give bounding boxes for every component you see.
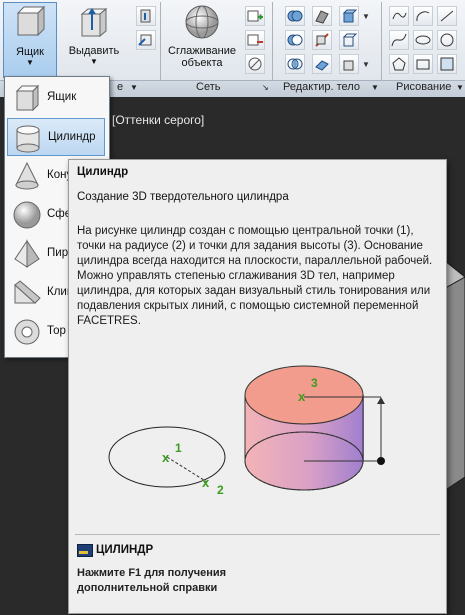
- tooltip-title: Цилиндр: [77, 166, 129, 178]
- sphere-icon: [13, 201, 41, 229]
- pyramid-icon: [14, 239, 40, 268]
- tooltip-divider: [75, 534, 440, 535]
- sweep-icon: [138, 34, 152, 46]
- point-1-marker: x: [162, 450, 170, 465]
- panel-label-solid-edit: Редактир. тело: [283, 81, 360, 93]
- mesh-crease-button[interactable]: [245, 30, 265, 50]
- expand-arrow-icon[interactable]: ▼: [456, 83, 464, 92]
- smooth-label-1: Сглаживание: [168, 45, 236, 57]
- panel-label-mesh: Сеть: [196, 81, 221, 93]
- point-2-label: 2: [217, 483, 224, 497]
- cylinder-icon: [16, 125, 40, 153]
- tooltip-help-hint: Нажмите F1 для получения дополнительной …: [77, 567, 227, 594]
- command-tooltip: Цилиндр Создание 3D твердотельного цилин…: [68, 159, 447, 614]
- subtract-icon: [287, 34, 303, 46]
- spline-icon: [391, 33, 407, 47]
- box-icon: [15, 84, 40, 112]
- tooltip-command-name: ЦИЛИНДР: [96, 544, 154, 556]
- panel-label-primitive: е: [117, 81, 124, 93]
- chevron-down-icon[interactable]: ▼: [362, 12, 370, 21]
- box-icon: [16, 5, 46, 37]
- torus-icon: [14, 319, 40, 345]
- subtract-button[interactable]: [285, 30, 305, 50]
- line-icon: [440, 10, 454, 22]
- spline-button[interactable]: [389, 30, 409, 50]
- ellipse-icon: [415, 35, 431, 45]
- shell-icon: [343, 60, 354, 71]
- expand-arrow-icon[interactable]: ▼: [371, 83, 379, 92]
- union-button[interactable]: [285, 6, 305, 26]
- thicken-icon: [315, 60, 329, 71]
- smooth-object-button[interactable]: Сглаживание объекта: [164, 2, 240, 76]
- polyline-button[interactable]: [389, 6, 409, 26]
- dropdown-item-label: Ящик: [47, 91, 77, 103]
- smooth-label-2: объекта: [181, 57, 223, 69]
- chevron-down-icon: ▼: [90, 57, 98, 66]
- wedge-icon: [14, 280, 41, 304]
- union-icon: [287, 10, 303, 22]
- point-2-marker: x: [202, 475, 210, 490]
- circle-icon: [440, 33, 454, 47]
- interfere-button[interactable]: [312, 6, 332, 26]
- cone-icon: [15, 161, 39, 190]
- extrude-icon: [80, 7, 108, 38]
- cube-wire-icon: [342, 33, 358, 47]
- point-1-label: 1: [175, 441, 182, 455]
- polyline-icon: [392, 12, 407, 20]
- viewport-visual-style-label[interactable]: [Оттенки серого]: [112, 113, 204, 127]
- intersect-button[interactable]: [285, 54, 305, 74]
- dropdown-item-cylinder[interactable]: Цилиндр: [7, 118, 105, 156]
- extrude-button[interactable]: Выдавить ▼: [62, 2, 126, 76]
- panel-label-draw: Рисование: [396, 81, 452, 93]
- point-3-marker: x: [298, 389, 306, 404]
- slice-button[interactable]: [312, 30, 332, 50]
- expand-arrow-icon[interactable]: ▼: [130, 83, 138, 92]
- chevron-down-icon: ▼: [26, 58, 34, 67]
- extrude-button-label: Выдавить: [68, 45, 120, 57]
- arc-button[interactable]: [413, 6, 433, 26]
- sphere-mesh-icon: [185, 5, 219, 39]
- interfere-icon: [315, 10, 329, 24]
- polygon-button[interactable]: [389, 54, 409, 74]
- region-button[interactable]: [437, 54, 457, 74]
- box-button[interactable]: Ящик ▼: [3, 2, 57, 78]
- command-line-icon: [77, 544, 93, 557]
- dropdown-item-label: Цилиндр: [48, 131, 96, 143]
- circle-button[interactable]: [437, 30, 457, 50]
- ellipse-button[interactable]: [413, 30, 433, 50]
- presspull-icon: [140, 9, 151, 23]
- rectangle-button[interactable]: [413, 54, 433, 74]
- arc-icon: [416, 11, 430, 22]
- mesh-add-icon: [247, 10, 263, 22]
- rectangle-icon: [416, 59, 430, 70]
- pentagon-icon: [392, 57, 406, 71]
- dropdown-item-box[interactable]: Ящик: [7, 79, 105, 117]
- mesh-refine-button[interactable]: [245, 6, 265, 26]
- sweep-button[interactable]: [136, 30, 156, 50]
- dropdown-item-label: Тор: [47, 325, 66, 337]
- thicken-button[interactable]: [312, 54, 332, 74]
- intersect-icon: [287, 58, 303, 70]
- presspull-button[interactable]: [136, 6, 156, 26]
- cube-icon: [342, 9, 358, 23]
- box-button-label: Ящик: [16, 46, 44, 58]
- region-icon: [440, 57, 454, 71]
- height-point: [377, 457, 385, 465]
- cylinder-illustration: x 1 x 2 x 3: [108, 365, 385, 497]
- slice-icon: [315, 33, 329, 47]
- mesh-edit-icon: [248, 57, 262, 71]
- chevron-down-icon[interactable]: ▼: [362, 60, 370, 69]
- line-button[interactable]: [437, 6, 457, 26]
- point-3-label: 3: [311, 376, 318, 390]
- tooltip-description: На рисунке цилиндр создан с помощью цент…: [77, 225, 433, 327]
- expand-arrow-icon[interactable]: ↘: [262, 83, 269, 92]
- mesh-edit-button[interactable]: [245, 54, 265, 74]
- solid-edit-button[interactable]: [339, 6, 359, 26]
- radius-line: [166, 456, 208, 483]
- mesh-remove-icon: [247, 34, 263, 46]
- extract-edges-button[interactable]: [339, 30, 359, 50]
- shell-button[interactable]: [339, 54, 359, 74]
- tooltip-subtitle: Создание 3D твердотельного цилиндра: [77, 191, 289, 203]
